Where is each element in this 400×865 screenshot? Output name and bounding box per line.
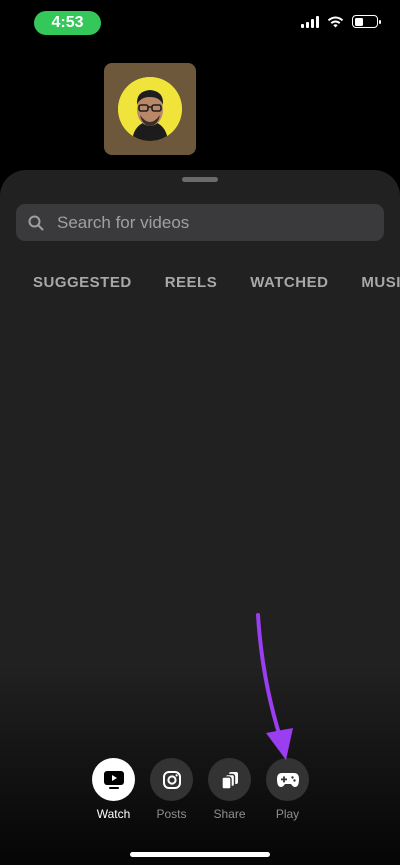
nav-play[interactable]: Play	[266, 758, 309, 821]
nav-share[interactable]: Share	[208, 758, 251, 821]
tv-play-icon	[103, 770, 124, 789]
category-tabs: SUGGESTED REELS WATCHED MUSIC	[33, 274, 400, 291]
instagram-icon	[162, 770, 181, 789]
tab-watched[interactable]: WATCHED	[250, 274, 328, 291]
bottom-nav: Watch Posts Share Play	[92, 758, 309, 821]
wifi-icon	[327, 16, 344, 27]
nav-label-watch: Watch	[96, 807, 131, 821]
tab-suggested[interactable]: SUGGESTED	[33, 274, 132, 291]
gamepad-icon	[276, 772, 299, 787]
nav-label-posts: Posts	[156, 807, 187, 821]
posts-button[interactable]	[150, 758, 193, 801]
nav-watch[interactable]: Watch	[92, 758, 135, 821]
status-bar: 4:53	[0, 0, 400, 46]
home-indicator[interactable]	[130, 852, 270, 857]
share-cards-icon	[220, 771, 238, 790]
nav-posts[interactable]: Posts	[150, 758, 193, 821]
sheet-grabber[interactable]	[182, 177, 218, 182]
tab-reels[interactable]: REELS	[165, 274, 218, 291]
status-icons	[301, 15, 381, 28]
nav-label-share: Share	[213, 807, 246, 821]
signal-icon	[301, 15, 319, 28]
nav-label-play: Play	[275, 807, 300, 821]
tab-music[interactable]: MUSIC	[361, 274, 400, 291]
search-icon	[28, 215, 44, 230]
avatar	[118, 77, 182, 141]
search-input[interactable]: Search for videos	[16, 204, 384, 241]
status-time[interactable]: 4:53	[34, 11, 101, 35]
battery-icon	[352, 15, 381, 28]
play-button[interactable]	[266, 758, 309, 801]
search-placeholder: Search for videos	[57, 212, 190, 232]
profile-thumbnail[interactable]	[104, 63, 196, 155]
share-button[interactable]	[208, 758, 251, 801]
watch-button[interactable]	[92, 758, 135, 801]
